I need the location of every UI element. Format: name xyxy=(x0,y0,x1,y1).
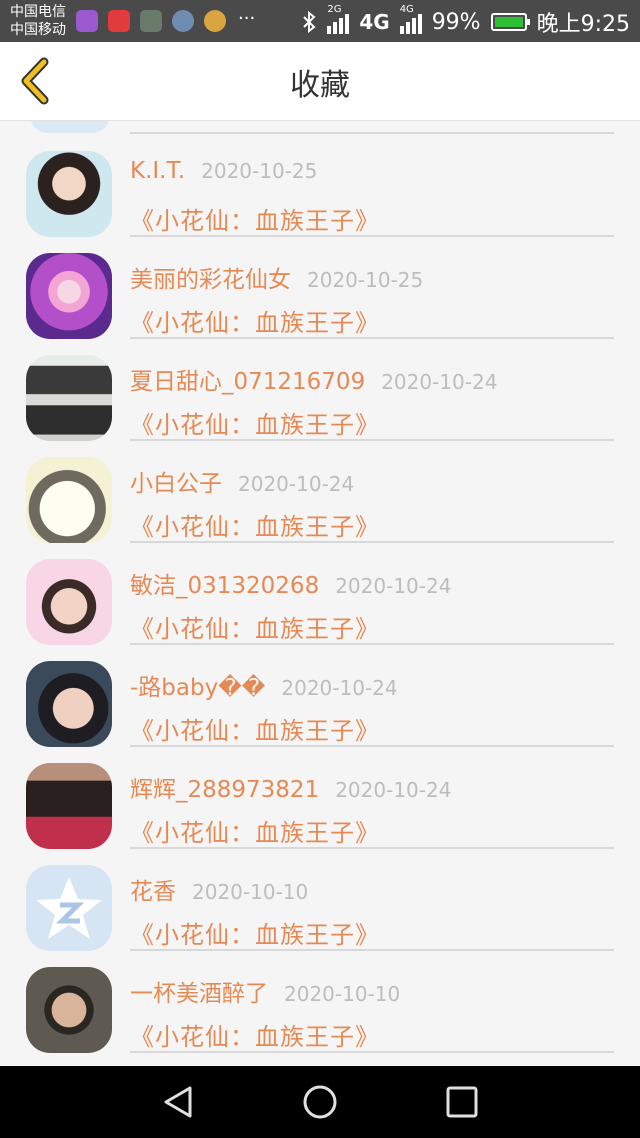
more-notifications-icon: ··· xyxy=(238,8,256,29)
gallery-app-icon xyxy=(76,10,98,32)
avatar[interactable] xyxy=(26,967,112,1053)
carrier-1: 中国电信 xyxy=(10,4,66,20)
user-name[interactable]: 夏日甜心_071216709 xyxy=(130,369,365,395)
net-2g-label: 2G xyxy=(327,4,342,15)
user-name[interactable]: 敏洁_031320268 xyxy=(130,573,319,599)
user-name[interactable]: 一杯美酒醉了 xyxy=(130,981,268,1007)
header-bar: 收藏 xyxy=(0,42,640,121)
user-name[interactable]: 美丽的彩花仙女 xyxy=(130,267,291,293)
status-indicators: 2G 4G 4G 99% 晚上9:25 xyxy=(301,4,630,38)
user-name[interactable]: 小白公子 xyxy=(130,471,222,497)
user-name[interactable]: K.I.T. xyxy=(130,158,185,184)
list-item[interactable]: 一杯美酒醉了 2020-10-10 《小花仙：血族王子》 xyxy=(0,937,640,1053)
date: 2020-10-10 xyxy=(284,982,401,1006)
status-bar: 中国电信 中国移动 ··· 2G 4G 4G 99% 晚上9:25 xyxy=(0,0,640,42)
page-title: 收藏 xyxy=(290,68,350,103)
signal-4g: 4G xyxy=(399,4,422,34)
square-recent-icon[interactable] xyxy=(444,1084,480,1120)
bluetooth-icon xyxy=(303,10,316,34)
triangle-back-icon[interactable] xyxy=(160,1084,196,1120)
photo-app-icon xyxy=(140,10,162,32)
date: 2020-10-10 xyxy=(192,880,309,904)
red-app-icon xyxy=(108,10,130,32)
list-item[interactable]: 花香 2020-10-10 《小花仙：血族王子》 xyxy=(0,835,640,951)
date: 2020-10-24 xyxy=(381,370,498,394)
date: 2020-10-24 xyxy=(281,676,398,700)
carrier-info: 中国电信 中国移动 xyxy=(10,3,66,39)
date: 2020-10-25 xyxy=(307,268,424,292)
circle-home-icon[interactable] xyxy=(302,1084,338,1120)
signal-2g: 2G xyxy=(327,4,350,34)
battery-fill xyxy=(494,17,523,27)
list-item[interactable]: -路baby�� 2020-10-24 《小花仙：血族王子》 xyxy=(0,631,640,747)
battery-icon xyxy=(490,13,530,31)
date: 2020-10-24 xyxy=(335,574,452,598)
net-4g-label-2: 4G xyxy=(399,4,414,15)
date: 2020-10-24 xyxy=(335,778,452,802)
user-name[interactable]: 辉辉_288973821 xyxy=(130,777,319,803)
book-title[interactable]: 《小花仙：血族王子》 xyxy=(130,1017,380,1052)
battery-percent: 99% xyxy=(431,9,481,35)
carrier-2: 中国移动 xyxy=(10,22,66,38)
game-app-icon xyxy=(204,10,226,32)
list-item[interactable]: 小白公子 2020-10-24 《小花仙：血族王子》 xyxy=(0,427,640,543)
date: 2020-10-25 xyxy=(201,159,318,183)
list-item[interactable]: 辉辉_288973821 2020-10-24 《小花仙：血族王子》 xyxy=(0,733,640,849)
list-item[interactable]: 美丽的彩花仙女 2020-10-25 《小花仙：血族王子》 xyxy=(0,223,640,339)
list-item[interactable]: 夏日甜心_071216709 2020-10-24 《小花仙：血族王子》 xyxy=(0,325,640,441)
user-name[interactable]: -路baby�� xyxy=(130,675,265,701)
list-item[interactable]: 敏洁_031320268 2020-10-24 《小花仙：血族王子》 xyxy=(0,529,640,645)
clock: 晚上9:25 xyxy=(536,12,630,37)
net-4g-label-1: 4G xyxy=(359,10,390,34)
favorites-list: K.I.T. 2020-10-25 《小花仙：血族王子》 美丽的彩花仙女 2020-… xyxy=(0,121,640,1066)
system-nav-bar xyxy=(0,1066,640,1138)
list-item[interactable]: K.I.T. 2020-10-25 《小花仙：血族王子》 xyxy=(0,121,640,237)
notification-icons: ··· xyxy=(76,10,255,32)
date: 2020-10-24 xyxy=(238,472,355,496)
user-name[interactable]: 花香 xyxy=(130,879,176,905)
divider xyxy=(130,1051,614,1053)
globe-app-icon xyxy=(172,10,194,32)
